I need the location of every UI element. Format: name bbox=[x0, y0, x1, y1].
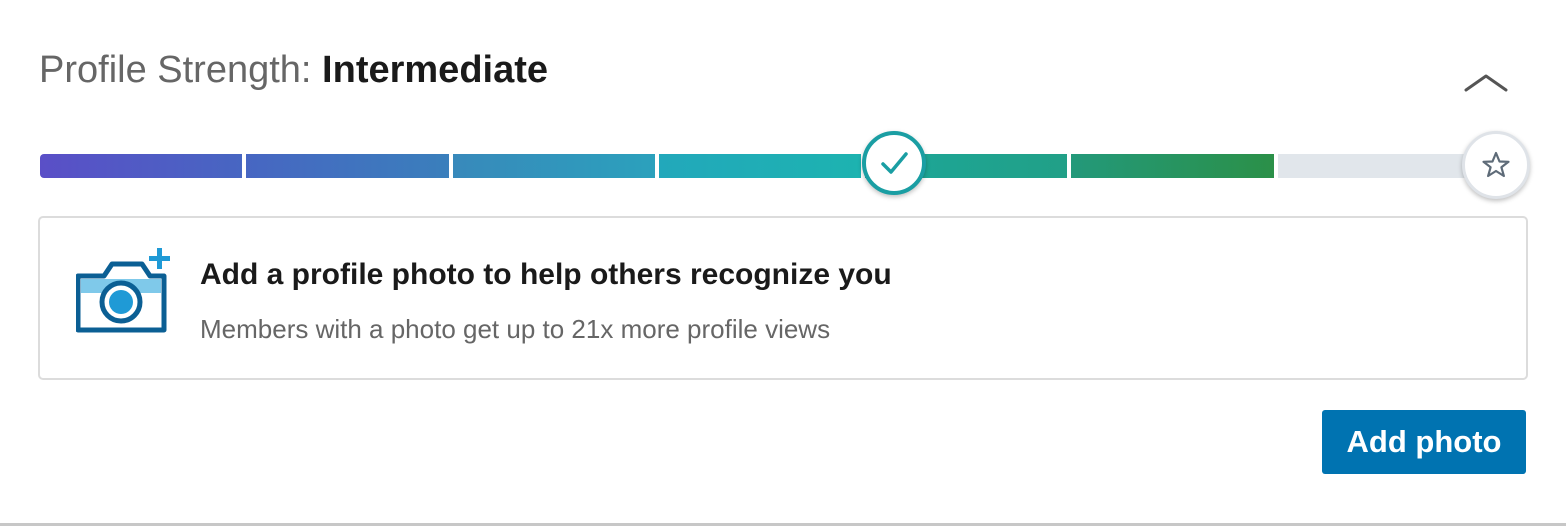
goal-level-marker bbox=[1462, 131, 1530, 199]
meter-segment bbox=[452, 154, 655, 178]
page-title: Profile Strength: Intermediate bbox=[39, 48, 548, 92]
meter-segment bbox=[1071, 154, 1274, 178]
star-icon bbox=[1482, 151, 1510, 178]
meter-segment bbox=[1277, 154, 1480, 178]
suggestion-headline: Add a profile photo to help others recog… bbox=[200, 258, 892, 291]
collapse-button[interactable] bbox=[1458, 64, 1514, 104]
suggestion-box: Add a profile photo to help others recog… bbox=[38, 216, 1528, 380]
profile-strength-card: Profile Strength: Intermediate Add a pro… bbox=[0, 0, 1566, 526]
camera-add-icon bbox=[76, 248, 170, 333]
title-label: Profile Strength: bbox=[39, 49, 312, 91]
chevron-up-icon bbox=[1464, 74, 1508, 92]
strength-level: Intermediate bbox=[322, 49, 549, 91]
strength-meter bbox=[40, 154, 1480, 178]
add-photo-button[interactable]: Add photo bbox=[1322, 410, 1526, 474]
meter-segment bbox=[40, 154, 243, 178]
current-level-marker bbox=[862, 131, 926, 195]
meter-segment bbox=[246, 154, 449, 178]
meter-segment bbox=[658, 154, 862, 178]
suggestion-subtext: Members with a photo get up to 21x more … bbox=[200, 314, 831, 344]
checkmark-icon bbox=[881, 152, 908, 174]
